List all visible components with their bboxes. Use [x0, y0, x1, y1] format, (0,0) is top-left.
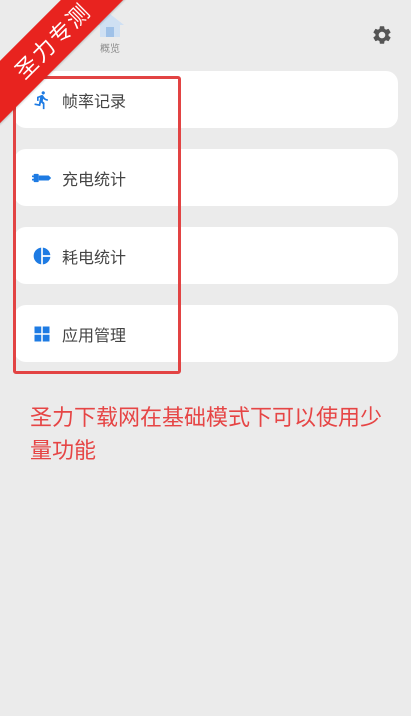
- running-person-icon: [32, 90, 52, 110]
- menu-item-label: 充电统计: [62, 169, 127, 189]
- app-grid-icon: [32, 324, 52, 344]
- menu-item-charging-stats[interactable]: 充电统计: [14, 149, 398, 206]
- gear-icon[interactable]: [371, 24, 393, 46]
- menu-item-power-usage[interactable]: 耗电统计: [14, 227, 398, 284]
- nav-overview-label: 概览: [100, 44, 120, 55]
- notice-text: 圣力下载网在基础模式下可以使用少量功能: [30, 406, 383, 464]
- charger-plug-icon: [32, 168, 52, 188]
- menu-item-label: 帧率记录: [62, 91, 127, 111]
- menu-item-frame-rate[interactable]: 帧率记录: [14, 71, 398, 128]
- menu-item-app-management[interactable]: 应用管理: [14, 305, 398, 362]
- pie-chart-icon: [32, 246, 52, 266]
- menu-item-label: 耗电统计: [62, 247, 127, 267]
- menu-item-label: 应用管理: [62, 325, 127, 345]
